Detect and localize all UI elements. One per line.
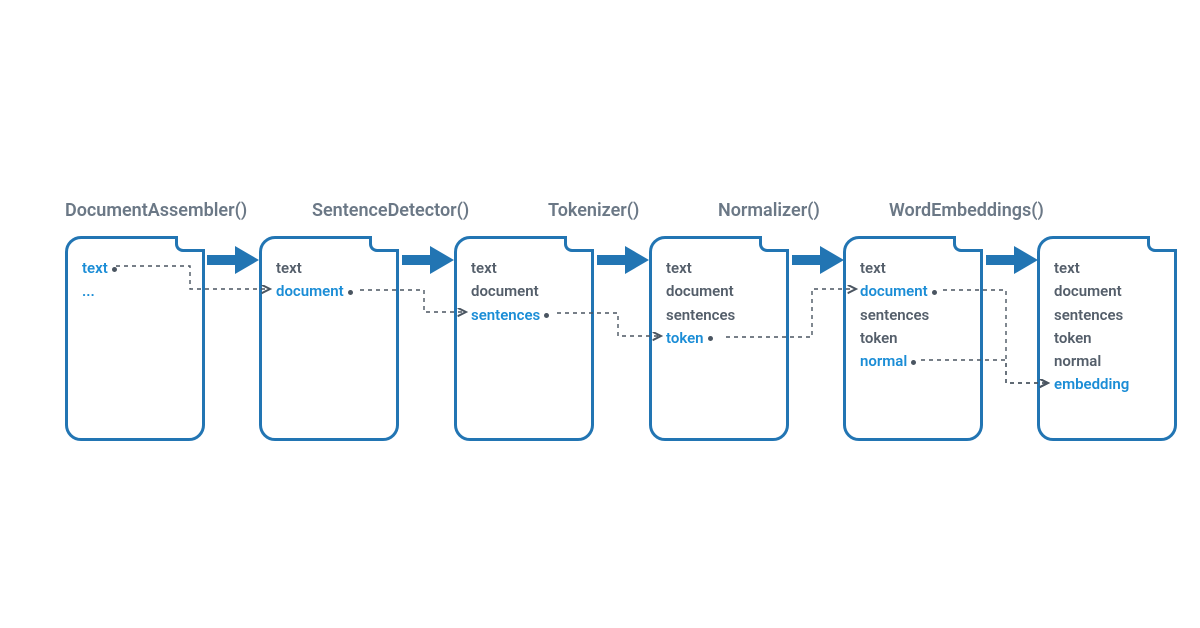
output-dot-icon bbox=[932, 290, 937, 295]
stage-item: document bbox=[276, 280, 382, 303]
stage-item-text: normal bbox=[860, 352, 907, 370]
arrow-icon bbox=[207, 246, 263, 274]
stage-label: SentenceDetector() bbox=[312, 200, 469, 221]
stage-item: normal bbox=[860, 350, 966, 373]
output-dot-icon bbox=[544, 313, 549, 318]
stage-item: token bbox=[1054, 327, 1160, 350]
stage-item: sentences bbox=[666, 304, 772, 327]
box-notch bbox=[564, 236, 594, 252]
stage-item-text: document bbox=[666, 282, 734, 300]
stage-label: DocumentAssembler() bbox=[65, 200, 247, 221]
stage-item: document bbox=[860, 280, 966, 303]
stage-item-text: text bbox=[471, 259, 497, 277]
stage-item-text: document bbox=[1054, 282, 1122, 300]
stage-item: text bbox=[82, 257, 188, 280]
stage-item-text: ... bbox=[82, 282, 95, 300]
stage-item: document bbox=[471, 280, 577, 303]
arrow-icon bbox=[597, 246, 653, 274]
stage-item: text bbox=[471, 257, 577, 280]
stage-item: document bbox=[1054, 280, 1160, 303]
stage-box: text document sentences bbox=[454, 236, 594, 441]
output-dot-icon bbox=[348, 290, 353, 295]
stage-item: text bbox=[666, 257, 772, 280]
stage-box: text... bbox=[65, 236, 205, 441]
box-notch bbox=[369, 236, 399, 252]
stage-box: text document sentences token normal bbox=[843, 236, 983, 441]
stage-item-text: document bbox=[860, 282, 928, 300]
stage-label: Tokenizer() bbox=[548, 200, 639, 221]
stage-box: text document bbox=[259, 236, 399, 441]
stage-item-text: token bbox=[1054, 329, 1092, 347]
output-dot-icon bbox=[911, 360, 916, 365]
stage-item-text: text bbox=[82, 259, 108, 277]
stage-item-text: text bbox=[276, 259, 302, 277]
stage-item: normal bbox=[1054, 350, 1160, 373]
stage-item-text: token bbox=[666, 329, 704, 347]
stage-item-text: sentences bbox=[471, 306, 540, 324]
arrow-icon bbox=[792, 246, 848, 274]
stage-item: sentences bbox=[471, 304, 577, 327]
stage-item: sentences bbox=[860, 304, 966, 327]
box-notch bbox=[175, 236, 205, 252]
stage-item-text: embedding bbox=[1054, 375, 1129, 393]
stage-box: text document sentences token bbox=[649, 236, 789, 441]
output-dot-icon bbox=[112, 267, 117, 272]
stage-box: text document sentences token normal embeddin… bbox=[1037, 236, 1177, 441]
stage-item-text: document bbox=[276, 282, 344, 300]
box-notch bbox=[1147, 236, 1177, 252]
box-notch bbox=[759, 236, 789, 252]
arrow-icon bbox=[402, 246, 458, 274]
stage-item: text bbox=[1054, 257, 1160, 280]
stage-item-text: sentences bbox=[860, 306, 929, 324]
stage-item-text: text bbox=[1054, 259, 1080, 277]
output-dot-icon bbox=[708, 336, 713, 341]
stage-item: text bbox=[860, 257, 966, 280]
stage-item-text: token bbox=[860, 329, 898, 347]
stage-label: Normalizer() bbox=[718, 200, 820, 221]
stage-item: ... bbox=[82, 280, 188, 303]
stage-item-text: normal bbox=[1054, 352, 1101, 370]
stage-item-text: text bbox=[860, 259, 886, 277]
stage-item: token bbox=[860, 327, 966, 350]
stage-item-text: document bbox=[471, 282, 539, 300]
stage-item-text: text bbox=[666, 259, 692, 277]
arrow-icon bbox=[986, 246, 1042, 274]
stage-item: token bbox=[666, 327, 772, 350]
box-notch bbox=[953, 236, 983, 252]
stage-item: sentences bbox=[1054, 304, 1160, 327]
stage-item: embedding bbox=[1054, 373, 1160, 396]
stage-item: text bbox=[276, 257, 382, 280]
stage-item: document bbox=[666, 280, 772, 303]
stage-item-text: sentences bbox=[666, 306, 735, 324]
pipeline-diagram: DocumentAssembler() text... SentenceDetect… bbox=[0, 0, 1200, 628]
stage-item-text: sentences bbox=[1054, 306, 1123, 324]
stage-label: WordEmbeddings() bbox=[889, 200, 1044, 221]
